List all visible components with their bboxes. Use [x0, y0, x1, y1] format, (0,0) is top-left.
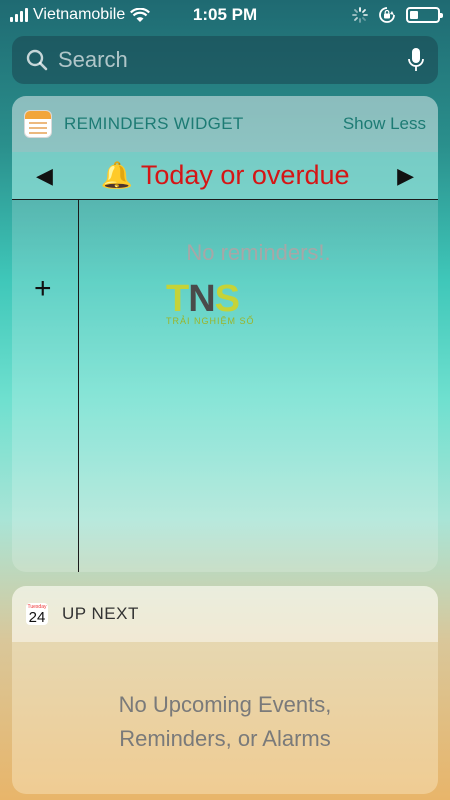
microphone-icon[interactable]	[408, 47, 424, 73]
reminder-sidebar: +	[12, 200, 79, 572]
up-next-empty-line2: Reminders, or Alarms	[119, 726, 331, 751]
reminders-widget: REMINDERS WIDGET Show Less ◀ 🔔 Today or …	[12, 96, 438, 572]
search-bar[interactable]	[12, 36, 438, 84]
reminders-widget-header: REMINDERS WIDGET Show Less	[12, 96, 438, 152]
rotation-lock-icon	[379, 7, 395, 23]
up-next-header: Tuesday 24 UP NEXT	[12, 586, 438, 642]
add-reminder-button[interactable]: +	[34, 272, 52, 306]
carrier-name: Vietnamobile	[33, 6, 126, 23]
watermark-letter-n: N	[188, 278, 215, 320]
up-next-empty-line1: No Upcoming Events,	[118, 692, 332, 717]
watermark-letter-s: S	[214, 278, 240, 320]
reminder-body: + No reminders!.	[12, 200, 438, 572]
previous-filter-button[interactable]: ◀	[36, 163, 53, 189]
signal-icon	[10, 8, 28, 22]
battery-icon	[406, 7, 443, 23]
empty-message: No reminders!.	[186, 240, 331, 265]
up-next-widget: Tuesday 24 UP NEXT No Upcoming Events, R…	[12, 586, 438, 794]
wifi-icon	[130, 7, 151, 22]
search-icon	[26, 49, 48, 71]
filter-row: ◀ 🔔 Today or overdue ▶	[12, 152, 438, 200]
filter-title: 🔔 Today or overdue	[100, 160, 349, 191]
loading-icon	[352, 7, 368, 23]
watermark-letter-t: T	[166, 278, 189, 320]
bell-icon: 🔔	[100, 160, 133, 190]
watermark-tagline: TRẢI NGHIỆM SỐ	[166, 316, 255, 326]
search-input[interactable]	[58, 47, 408, 73]
calendar-icon: Tuesday 24	[26, 603, 48, 625]
calendar-day: 24	[28, 608, 46, 626]
up-next-empty-message: No Upcoming Events, Reminders, or Alarms	[12, 642, 438, 756]
reminders-app-icon	[24, 110, 52, 138]
show-less-button[interactable]: Show Less	[343, 114, 426, 134]
watermark-logo: TNS TRẢI NGHIỆM SỐ	[166, 280, 262, 326]
next-filter-button[interactable]: ▶	[397, 163, 414, 189]
status-bar: Vietnamobile 1:05 PM	[0, 0, 450, 30]
status-left: Vietnamobile	[10, 6, 180, 24]
reminders-widget-title: REMINDERS WIDGET	[64, 114, 244, 133]
filter-label: Today or overdue	[140, 160, 350, 190]
status-right	[352, 6, 443, 24]
up-next-title: UP NEXT	[62, 604, 139, 623]
